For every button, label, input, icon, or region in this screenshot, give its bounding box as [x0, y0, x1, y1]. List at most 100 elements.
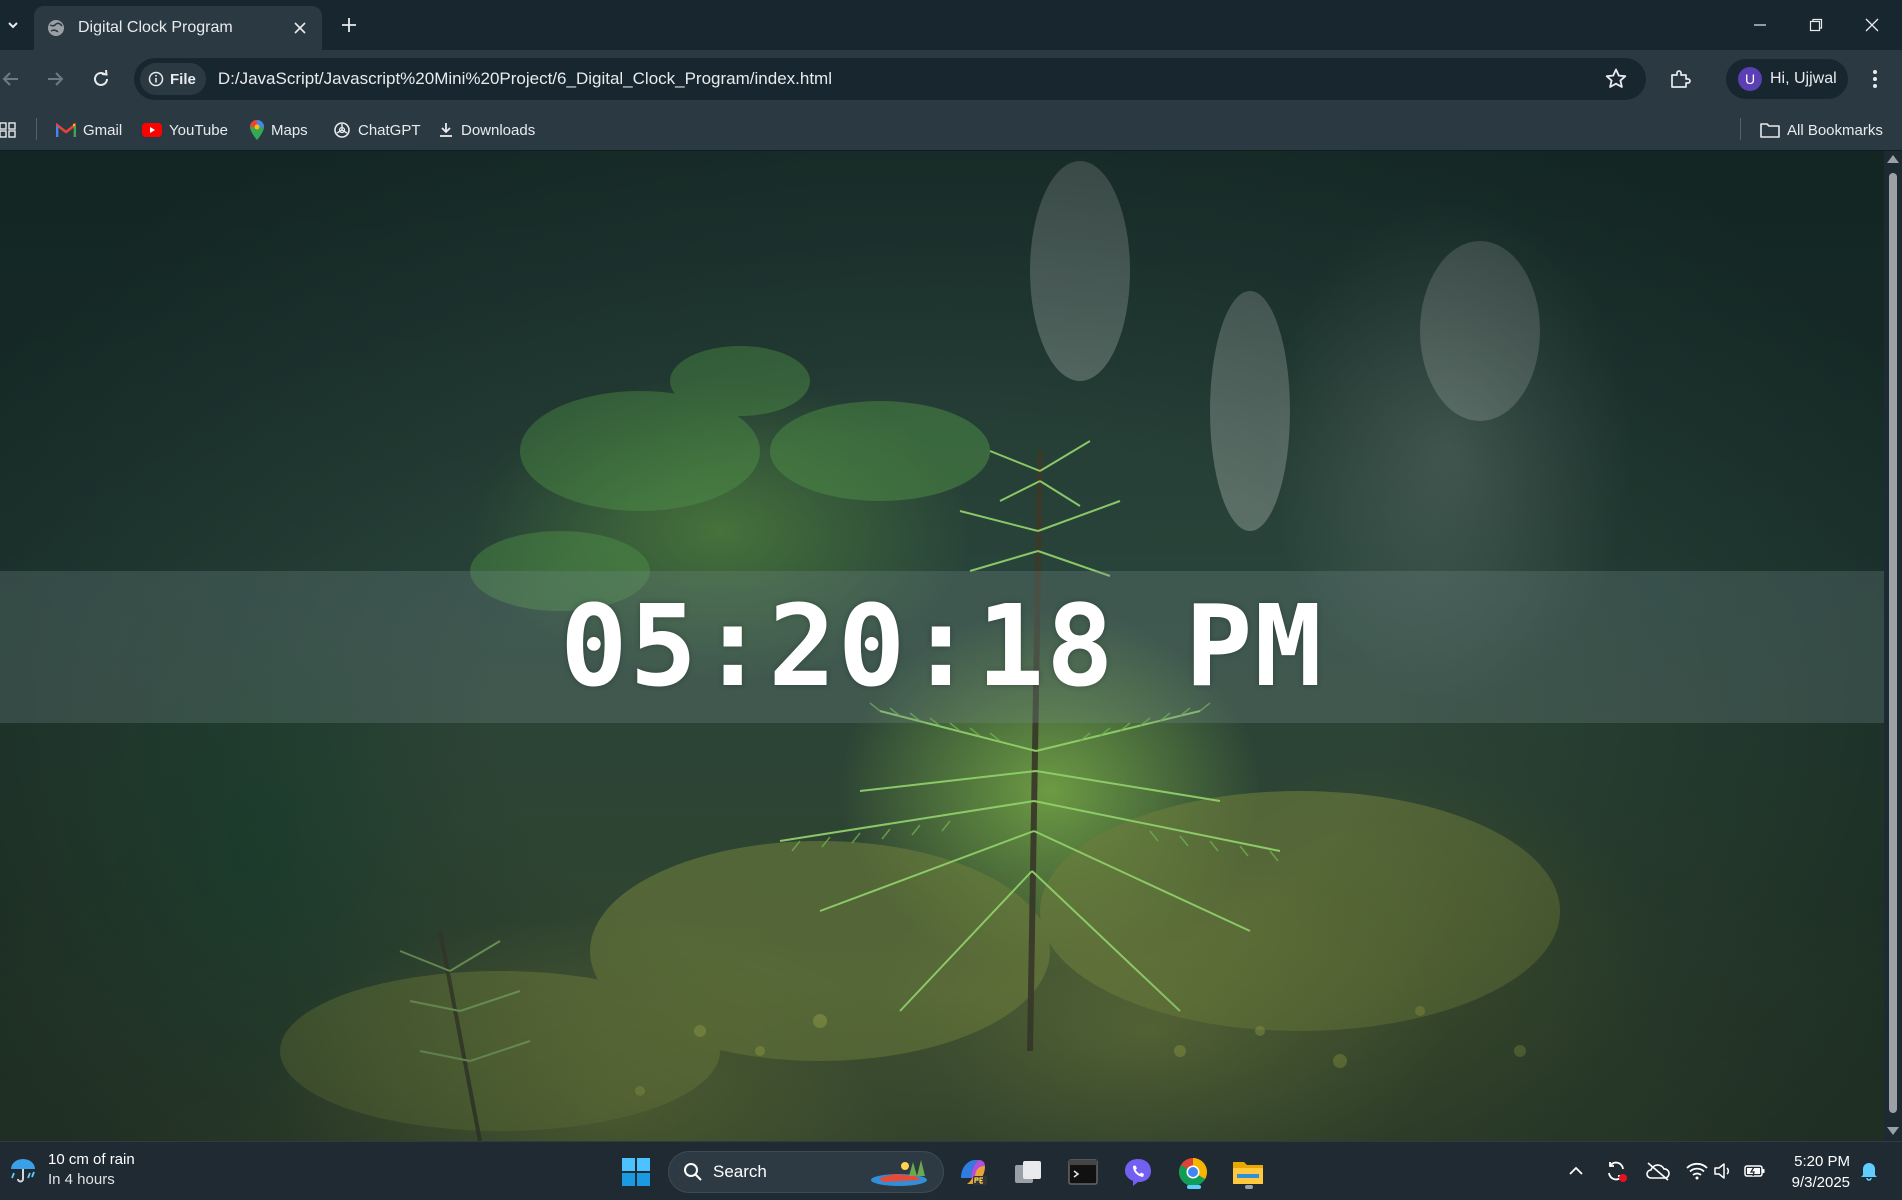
bookmark-label: Maps [271, 121, 308, 139]
tab-title: Digital Clock Program [78, 19, 233, 36]
apps-grid-icon [0, 122, 16, 138]
start-button[interactable] [616, 1152, 656, 1192]
terminal-icon [1068, 1159, 1098, 1185]
address-bar[interactable]: File D:/JavaScript/Javascript%20Mini%20P… [134, 58, 1646, 100]
forward-button[interactable] [40, 64, 70, 94]
minimize-button[interactable] [1740, 10, 1780, 40]
browser-toolbar: File D:/JavaScript/Javascript%20Mini%20P… [0, 50, 1902, 108]
restore-button[interactable] [1796, 10, 1836, 40]
running-app-indicator [1245, 1185, 1253, 1189]
profile-button[interactable]: U Hi, Ujjwal [1726, 59, 1848, 99]
globe-icon [48, 20, 64, 36]
bookmarks-separator [1740, 118, 1741, 140]
bookmark-label: YouTube [169, 121, 228, 139]
arrow-right-icon [48, 72, 64, 86]
page-viewport: 05:20:18 PM [0, 151, 1884, 1141]
info-icon [148, 71, 164, 87]
puzzle-icon [1671, 70, 1691, 88]
system-clock[interactable]: 5:20 PM 9/3/2025 [1776, 1151, 1850, 1193]
chrome-icon [1179, 1158, 1207, 1186]
viber-app-button[interactable] [1118, 1152, 1158, 1192]
extensions-button[interactable] [1664, 63, 1696, 95]
scheme-label: File [170, 70, 196, 88]
windows-logo-icon [622, 1158, 650, 1186]
viber-icon [1125, 1159, 1151, 1186]
download-icon [440, 123, 452, 137]
scroll-down-arrow[interactable] [1887, 1127, 1899, 1135]
copilot-app-button[interactable] [953, 1152, 993, 1192]
browser-tab[interactable]: Digital Clock Program [34, 6, 322, 50]
terminal-app-button[interactable] [1063, 1152, 1103, 1192]
scrollbar-thumb[interactable] [1889, 173, 1897, 1113]
maps-icon [250, 120, 264, 140]
wifi-icon [1686, 1162, 1708, 1180]
task-view-button[interactable] [1008, 1152, 1048, 1192]
wifi-status-button[interactable] [1684, 1158, 1710, 1184]
avatar: U [1738, 67, 1762, 91]
speaker-icon [1714, 1163, 1730, 1179]
file-explorer-app-button[interactable] [1228, 1152, 1268, 1192]
more-vertical-icon [1873, 70, 1877, 88]
close-window-button[interactable] [1852, 10, 1892, 40]
bookmark-label: Gmail [83, 121, 123, 139]
close-icon [294, 22, 306, 34]
all-bookmarks-label: All Bookmarks [1787, 121, 1883, 139]
sync-icon [1608, 1161, 1627, 1182]
bell-icon [1861, 1163, 1877, 1181]
reload-icon [94, 70, 108, 86]
folder-icon [1760, 123, 1780, 138]
sync-status-button[interactable] [1603, 1158, 1629, 1184]
weather-widget[interactable]: 10 cm of rain In 4 hours [8, 1150, 135, 1190]
url-text[interactable]: D:/JavaScript/Javascript%20Mini%20Projec… [218, 69, 832, 89]
onedrive-status-button[interactable] [1645, 1158, 1671, 1184]
apps-button[interactable] [0, 118, 16, 142]
scroll-up-arrow[interactable] [1887, 155, 1899, 163]
bookmark-label: Downloads [461, 121, 536, 139]
chrome-app-button[interactable] [1173, 1152, 1213, 1192]
bookmark-downloads[interactable]: Downloads [438, 118, 535, 142]
bookmark-chatgpt[interactable]: ChatGPT [333, 118, 421, 142]
gmail-icon [56, 122, 76, 137]
tab-search-button[interactable] [0, 11, 26, 39]
folder-icon [1233, 1162, 1263, 1184]
browser-menu-button[interactable] [1862, 64, 1888, 94]
search-placeholder: Search [713, 1162, 767, 1181]
active-app-indicator [1187, 1185, 1201, 1189]
bookmark-youtube[interactable]: YouTube [142, 118, 228, 142]
youtube-icon [142, 123, 162, 137]
system-time: 5:20 PM [1794, 1153, 1850, 1170]
search-icon [684, 1163, 702, 1181]
browser-tab-strip: Digital Clock Program [0, 0, 1902, 50]
windows-taskbar: 10 cm of rain In 4 hours Search 5:20 PM … [0, 1141, 1902, 1200]
bookmark-gmail[interactable]: Gmail [56, 118, 122, 142]
back-button[interactable] [0, 64, 26, 94]
reload-button[interactable] [86, 64, 116, 94]
notifications-button[interactable] [1856, 1158, 1882, 1184]
page-scrollbar[interactable] [1884, 151, 1902, 1141]
minimize-icon [1754, 24, 1766, 26]
copilot-icon [961, 1160, 987, 1185]
volume-button[interactable] [1710, 1158, 1736, 1184]
close-tab-button[interactable] [290, 18, 310, 38]
taskbar-search-box[interactable]: Search [668, 1151, 944, 1193]
arrow-left-icon [2, 72, 18, 86]
all-bookmarks-button[interactable]: All Bookmarks [1760, 118, 1883, 142]
clock-container: 05:20:18 PM [0, 571, 1884, 723]
new-tab-button[interactable] [336, 12, 362, 38]
task-view-icon [1015, 1161, 1041, 1183]
profile-label: Hi, Ujjwal [1770, 70, 1837, 87]
bookmark-star-icon[interactable] [1604, 67, 1628, 91]
site-info-chip[interactable]: File [140, 63, 206, 95]
restore-icon [1809, 18, 1823, 32]
digital-clock-display: 05:20:18 PM [560, 582, 1324, 712]
umbrella-rain-icon [11, 1159, 35, 1183]
show-hidden-icons-button[interactable] [1563, 1158, 1589, 1184]
weather-subtext: In 4 hours [48, 1171, 115, 1188]
battery-charging-icon [1744, 1165, 1765, 1177]
battery-status-button[interactable] [1742, 1158, 1768, 1184]
bookmark-maps[interactable]: Maps [250, 118, 308, 142]
bookmarks-separator [36, 118, 37, 140]
chevron-up-icon [1569, 1166, 1583, 1175]
plus-icon [342, 18, 356, 32]
weather-headline: 10 cm of rain [48, 1151, 135, 1168]
